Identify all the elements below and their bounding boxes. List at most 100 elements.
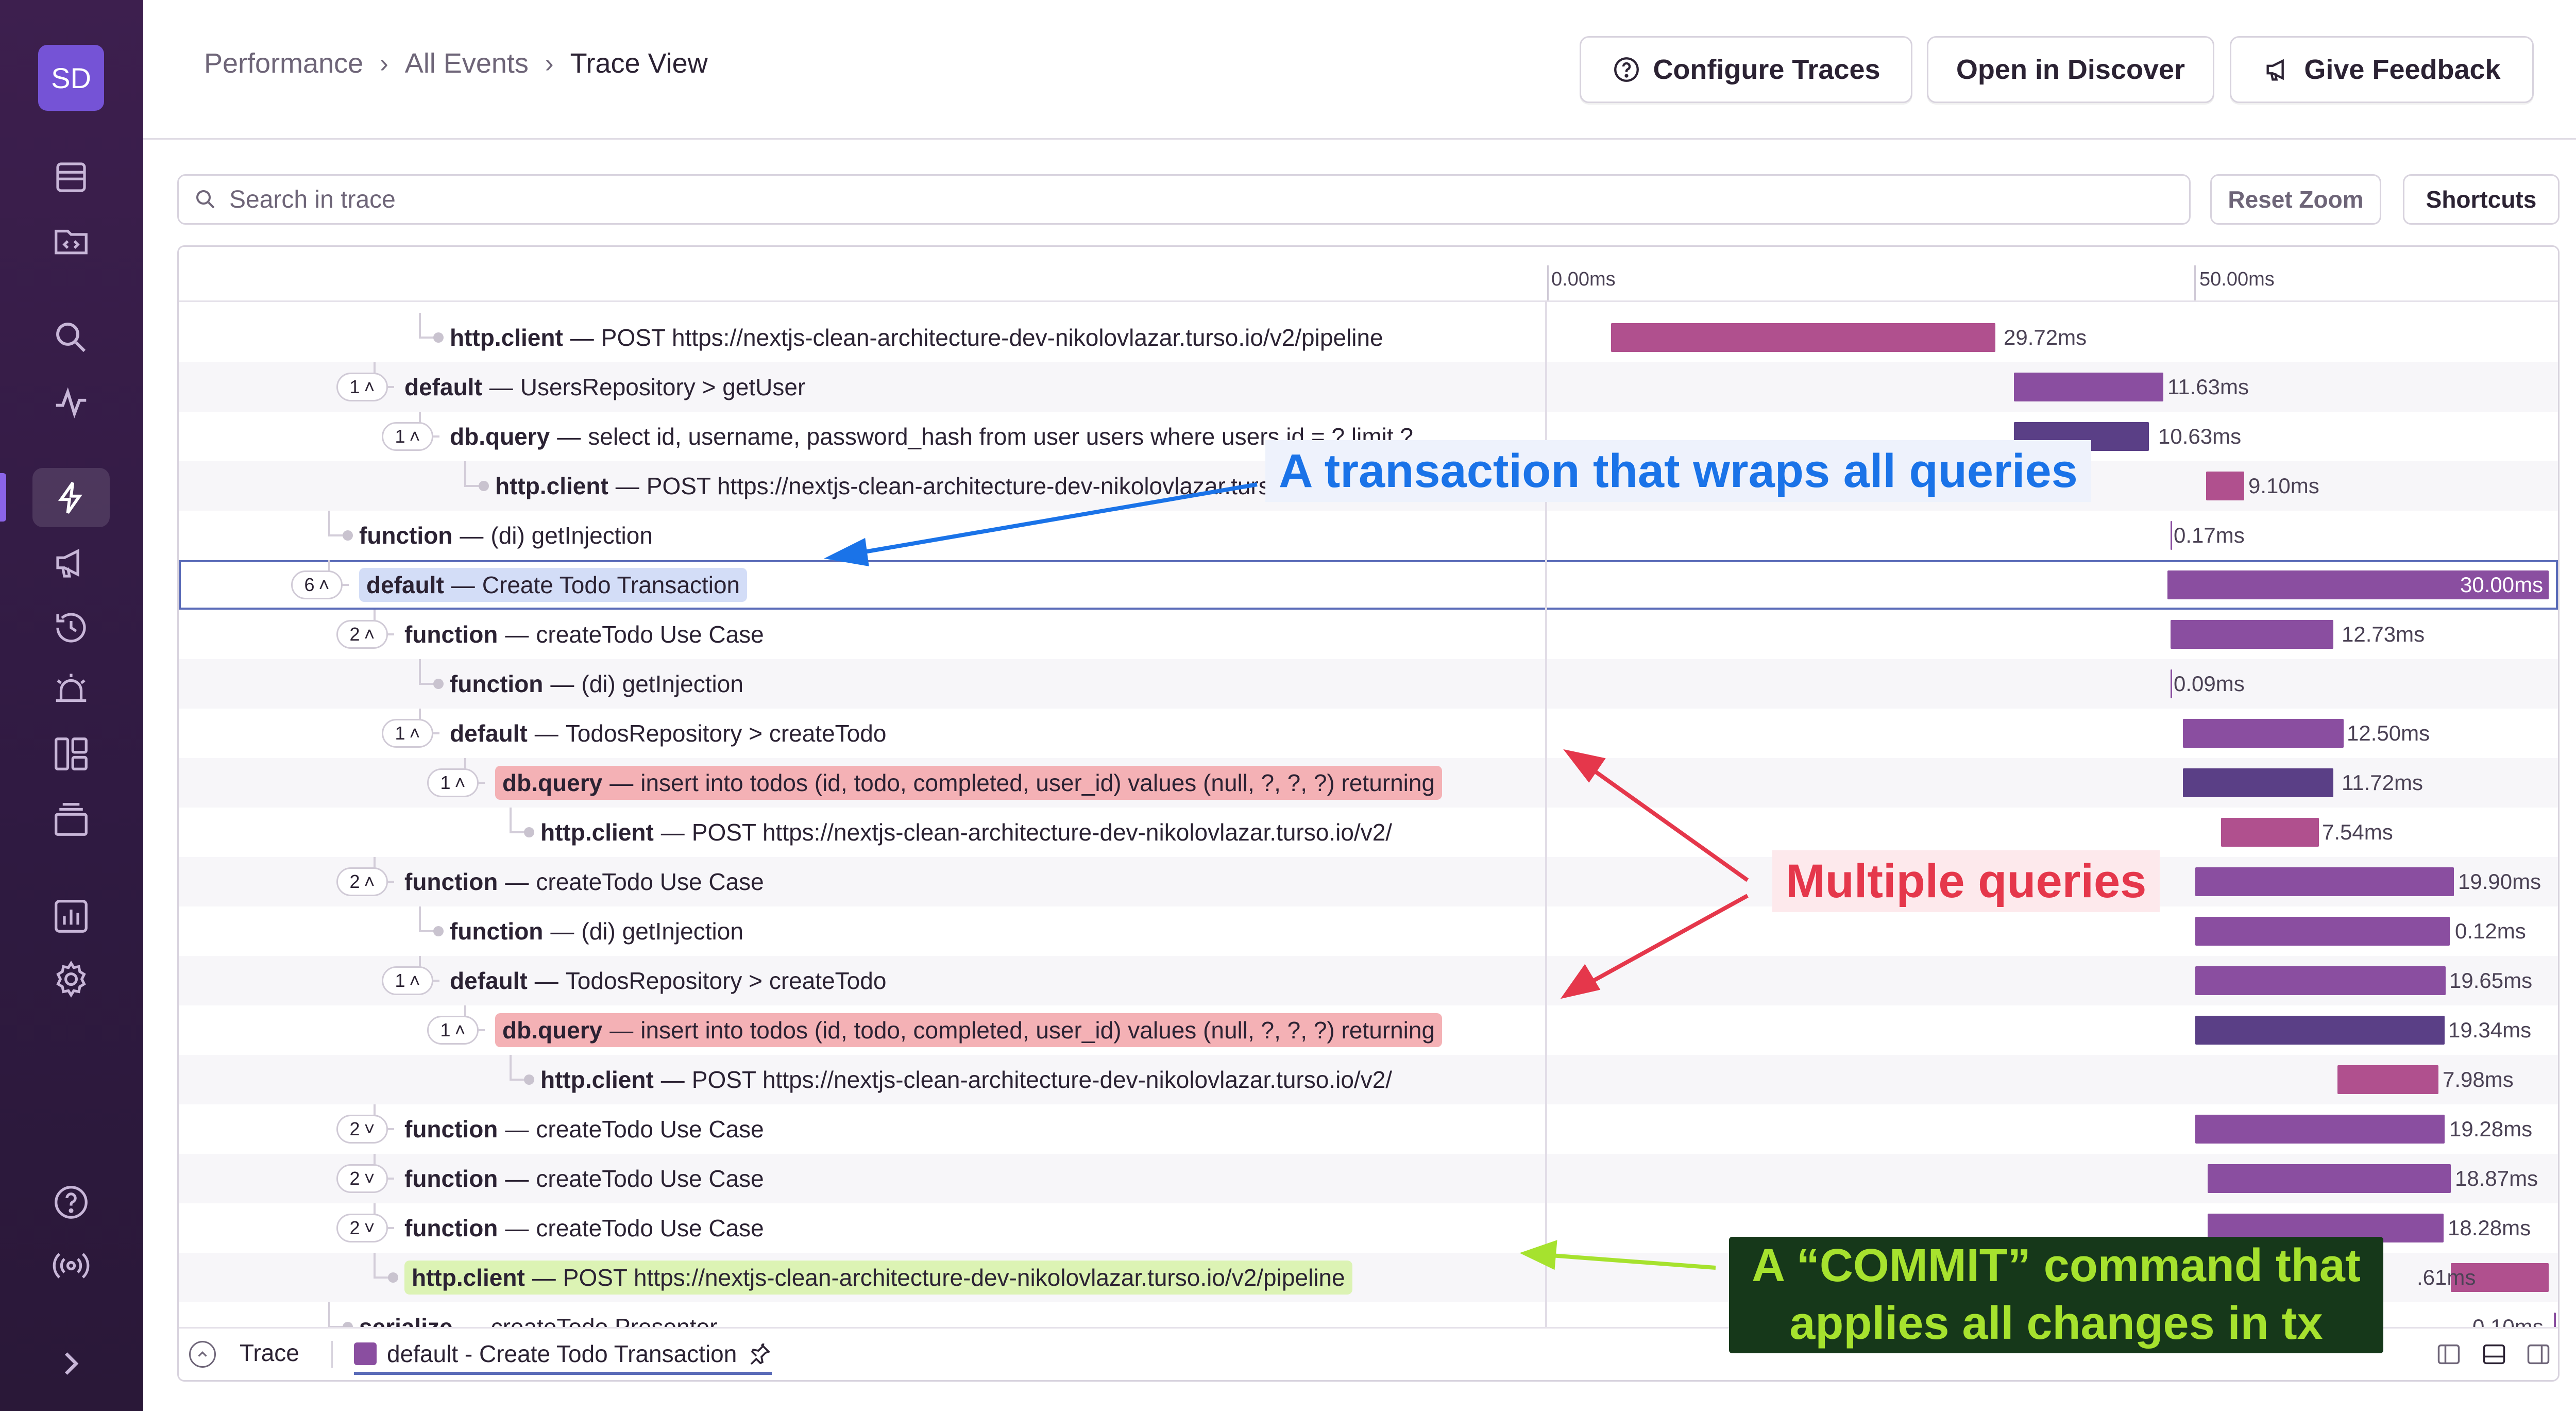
span-separator: — bbox=[489, 374, 513, 400]
tree-connector bbox=[419, 313, 421, 339]
tree-connector bbox=[328, 511, 330, 536]
span-description: UsersRepository > getUser bbox=[520, 374, 806, 400]
span-duration-bar[interactable] bbox=[2195, 867, 2454, 896]
help-icon[interactable] bbox=[32, 1172, 110, 1232]
span-toggle-button[interactable]: 2 ˄ bbox=[336, 620, 388, 649]
shortcuts-button[interactable]: Shortcuts bbox=[2403, 174, 2560, 225]
span-row[interactable]: http.client — POST https://nextjs-clean-ar… bbox=[179, 1055, 2558, 1104]
breadcrumb-performance[interactable]: Performance bbox=[204, 47, 363, 79]
trace-search-input[interactable]: Search in trace bbox=[177, 174, 2191, 225]
chevron-up-icon: ˄ bbox=[318, 574, 330, 595]
span-row[interactable]: http.client — POST https://nextjs-clean-ar… bbox=[179, 313, 2558, 362]
span-duration-bar[interactable] bbox=[2337, 1065, 2438, 1094]
span-toggle-button[interactable]: 2 ˅ bbox=[336, 1214, 388, 1242]
leaf-dot bbox=[388, 1272, 398, 1283]
span-separator: — bbox=[660, 819, 685, 846]
stats-chart-icon[interactable] bbox=[32, 886, 110, 946]
broadcast-icon[interactable] bbox=[32, 1236, 110, 1295]
span-duration-bar[interactable] bbox=[2183, 768, 2333, 797]
span-op: db.query bbox=[450, 423, 550, 450]
reset-zoom-button[interactable]: Reset Zoom bbox=[2210, 174, 2381, 225]
issues-icon[interactable] bbox=[32, 147, 110, 207]
stats-icon[interactable] bbox=[32, 790, 110, 849]
span-op: function bbox=[450, 918, 544, 945]
span-toggle-button[interactable]: 2 ˅ bbox=[336, 1115, 388, 1144]
span-duration-bar[interactable] bbox=[2195, 1016, 2445, 1045]
chevron-up-icon: ˄ bbox=[364, 871, 375, 892]
child-count: 1 bbox=[440, 772, 451, 793]
open-in-discover-button[interactable]: Open in Discover bbox=[1927, 36, 2214, 103]
span-toggle-button[interactable]: 2 ˅ bbox=[336, 1164, 388, 1193]
give-feedback-button[interactable]: Give Feedback bbox=[2230, 36, 2534, 103]
span-description: createTodo Use Case bbox=[536, 1165, 764, 1192]
span-row[interactable]: 2 ˅ function — createTodo Use Case 19.28ms bbox=[179, 1104, 2558, 1154]
tab-active-span[interactable]: default - Create Todo Transaction bbox=[354, 1336, 772, 1375]
alerts-icon[interactable] bbox=[32, 661, 110, 720]
child-count: 1 bbox=[395, 426, 405, 447]
collapse-drawer-icon[interactable] bbox=[189, 1341, 216, 1368]
span-label: db.query — insert into todos (id, todo, co… bbox=[495, 1005, 1443, 1055]
span-row[interactable]: function — (di) getInjection 0.17ms bbox=[179, 511, 2558, 560]
span-toggle-button[interactable]: 6 ˄ bbox=[291, 570, 343, 599]
breadcrumb-chevron-icon: › bbox=[380, 49, 388, 78]
span-toggle-button[interactable]: 1 ˄ bbox=[382, 966, 433, 995]
span-duration-bar[interactable] bbox=[2014, 373, 2163, 401]
active-nav-marker bbox=[0, 473, 6, 522]
span-row[interactable]: 1 ˄ db.query — insert into todos (id, todo, … bbox=[179, 758, 2558, 808]
span-toggle-button[interactable]: 2 ˄ bbox=[336, 867, 388, 896]
span-row[interactable]: 2 ˅ function — createTodo Use Case 18.87ms bbox=[179, 1154, 2558, 1203]
span-color-swatch bbox=[354, 1342, 377, 1365]
span-duration-label: 12.50ms bbox=[2347, 721, 2430, 745]
span-row[interactable]: 1 ˄ default — UsersRepository > getUser 11.63… bbox=[179, 362, 2558, 412]
layout-right-icon[interactable] bbox=[2525, 1341, 2552, 1368]
projects-icon[interactable] bbox=[32, 211, 110, 271]
span-duration-label: 0.17ms bbox=[2174, 523, 2245, 547]
span-row[interactable]: function — (di) getInjection 0.09ms bbox=[179, 659, 2558, 709]
span-row[interactable]: 1 ˄ default — TodosRepository > createTodo 19… bbox=[179, 956, 2558, 1005]
span-duration-bar[interactable] bbox=[2195, 966, 2446, 995]
layout-left-icon[interactable] bbox=[2435, 1341, 2462, 1368]
collapse-sidebar-icon[interactable] bbox=[32, 1334, 110, 1393]
span-separator: — bbox=[570, 324, 594, 351]
configure-traces-button[interactable]: Configure Traces bbox=[1580, 36, 1912, 103]
span-toggle-button[interactable]: 1 ˄ bbox=[382, 719, 433, 748]
insights-icon[interactable] bbox=[32, 372, 110, 431]
layout-bottom-icon[interactable] bbox=[2481, 1341, 2507, 1368]
span-row[interactable]: 2 ˄ function — createTodo Use Case 19.90ms bbox=[179, 857, 2558, 906]
dashboards-icon[interactable] bbox=[32, 724, 110, 783]
tab-trace[interactable]: Trace bbox=[240, 1339, 299, 1367]
feedback-icon[interactable] bbox=[32, 533, 110, 592]
span-duration-bar[interactable] bbox=[2171, 669, 2172, 698]
breadcrumb-all-events[interactable]: All Events bbox=[405, 47, 529, 79]
span-toggle-button[interactable]: 1 ˄ bbox=[427, 1016, 479, 1045]
org-avatar[interactable]: SD bbox=[38, 45, 104, 111]
span-row[interactable]: 6 ˄ default — Create Todo Transaction 30.00ms bbox=[179, 560, 2558, 610]
span-duration-bar[interactable] bbox=[1611, 323, 1995, 352]
span-duration-bar[interactable] bbox=[2171, 620, 2333, 649]
span-row[interactable]: http.client — POST https://nextjs-clean-ar… bbox=[179, 808, 2558, 857]
pin-icon[interactable] bbox=[747, 1341, 772, 1366]
span-separator: — bbox=[557, 423, 581, 450]
span-duration-bar[interactable] bbox=[2195, 917, 2450, 946]
leaf-dot bbox=[479, 481, 489, 491]
span-row[interactable]: 1 ˄ default — TodosRepository > createTodo 12… bbox=[179, 709, 2558, 758]
span-row[interactable]: 1 ˄ db.query — insert into todos (id, todo, … bbox=[179, 1005, 2558, 1055]
span-duration-bar[interactable] bbox=[2208, 1164, 2451, 1193]
leaf-dot bbox=[343, 530, 353, 541]
span-toggle-button[interactable]: 1 ˄ bbox=[427, 768, 479, 797]
span-duration-bar[interactable] bbox=[2221, 818, 2319, 847]
span-row[interactable]: 2 ˄ function — createTodo Use Case 12.73ms bbox=[179, 610, 2558, 659]
search-icon bbox=[196, 190, 215, 209]
explore-icon[interactable] bbox=[32, 308, 110, 367]
span-duration-bar[interactable] bbox=[2206, 472, 2244, 500]
span-duration-bar[interactable] bbox=[2195, 1115, 2445, 1144]
releases-icon[interactable] bbox=[32, 598, 110, 657]
settings-icon[interactable] bbox=[32, 949, 110, 1009]
span-toggle-button[interactable]: 1 ˄ bbox=[336, 373, 388, 401]
span-row[interactable]: function — (di) getInjection 0.12ms bbox=[179, 906, 2558, 956]
span-toggle-button[interactable]: 1 ˄ bbox=[382, 422, 433, 451]
span-duration-bar[interactable] bbox=[2183, 719, 2344, 748]
breadcrumb: Performance › All Events › Trace View bbox=[204, 47, 708, 79]
performance-icon[interactable] bbox=[32, 468, 110, 527]
span-duration-bar[interactable] bbox=[2171, 521, 2172, 550]
